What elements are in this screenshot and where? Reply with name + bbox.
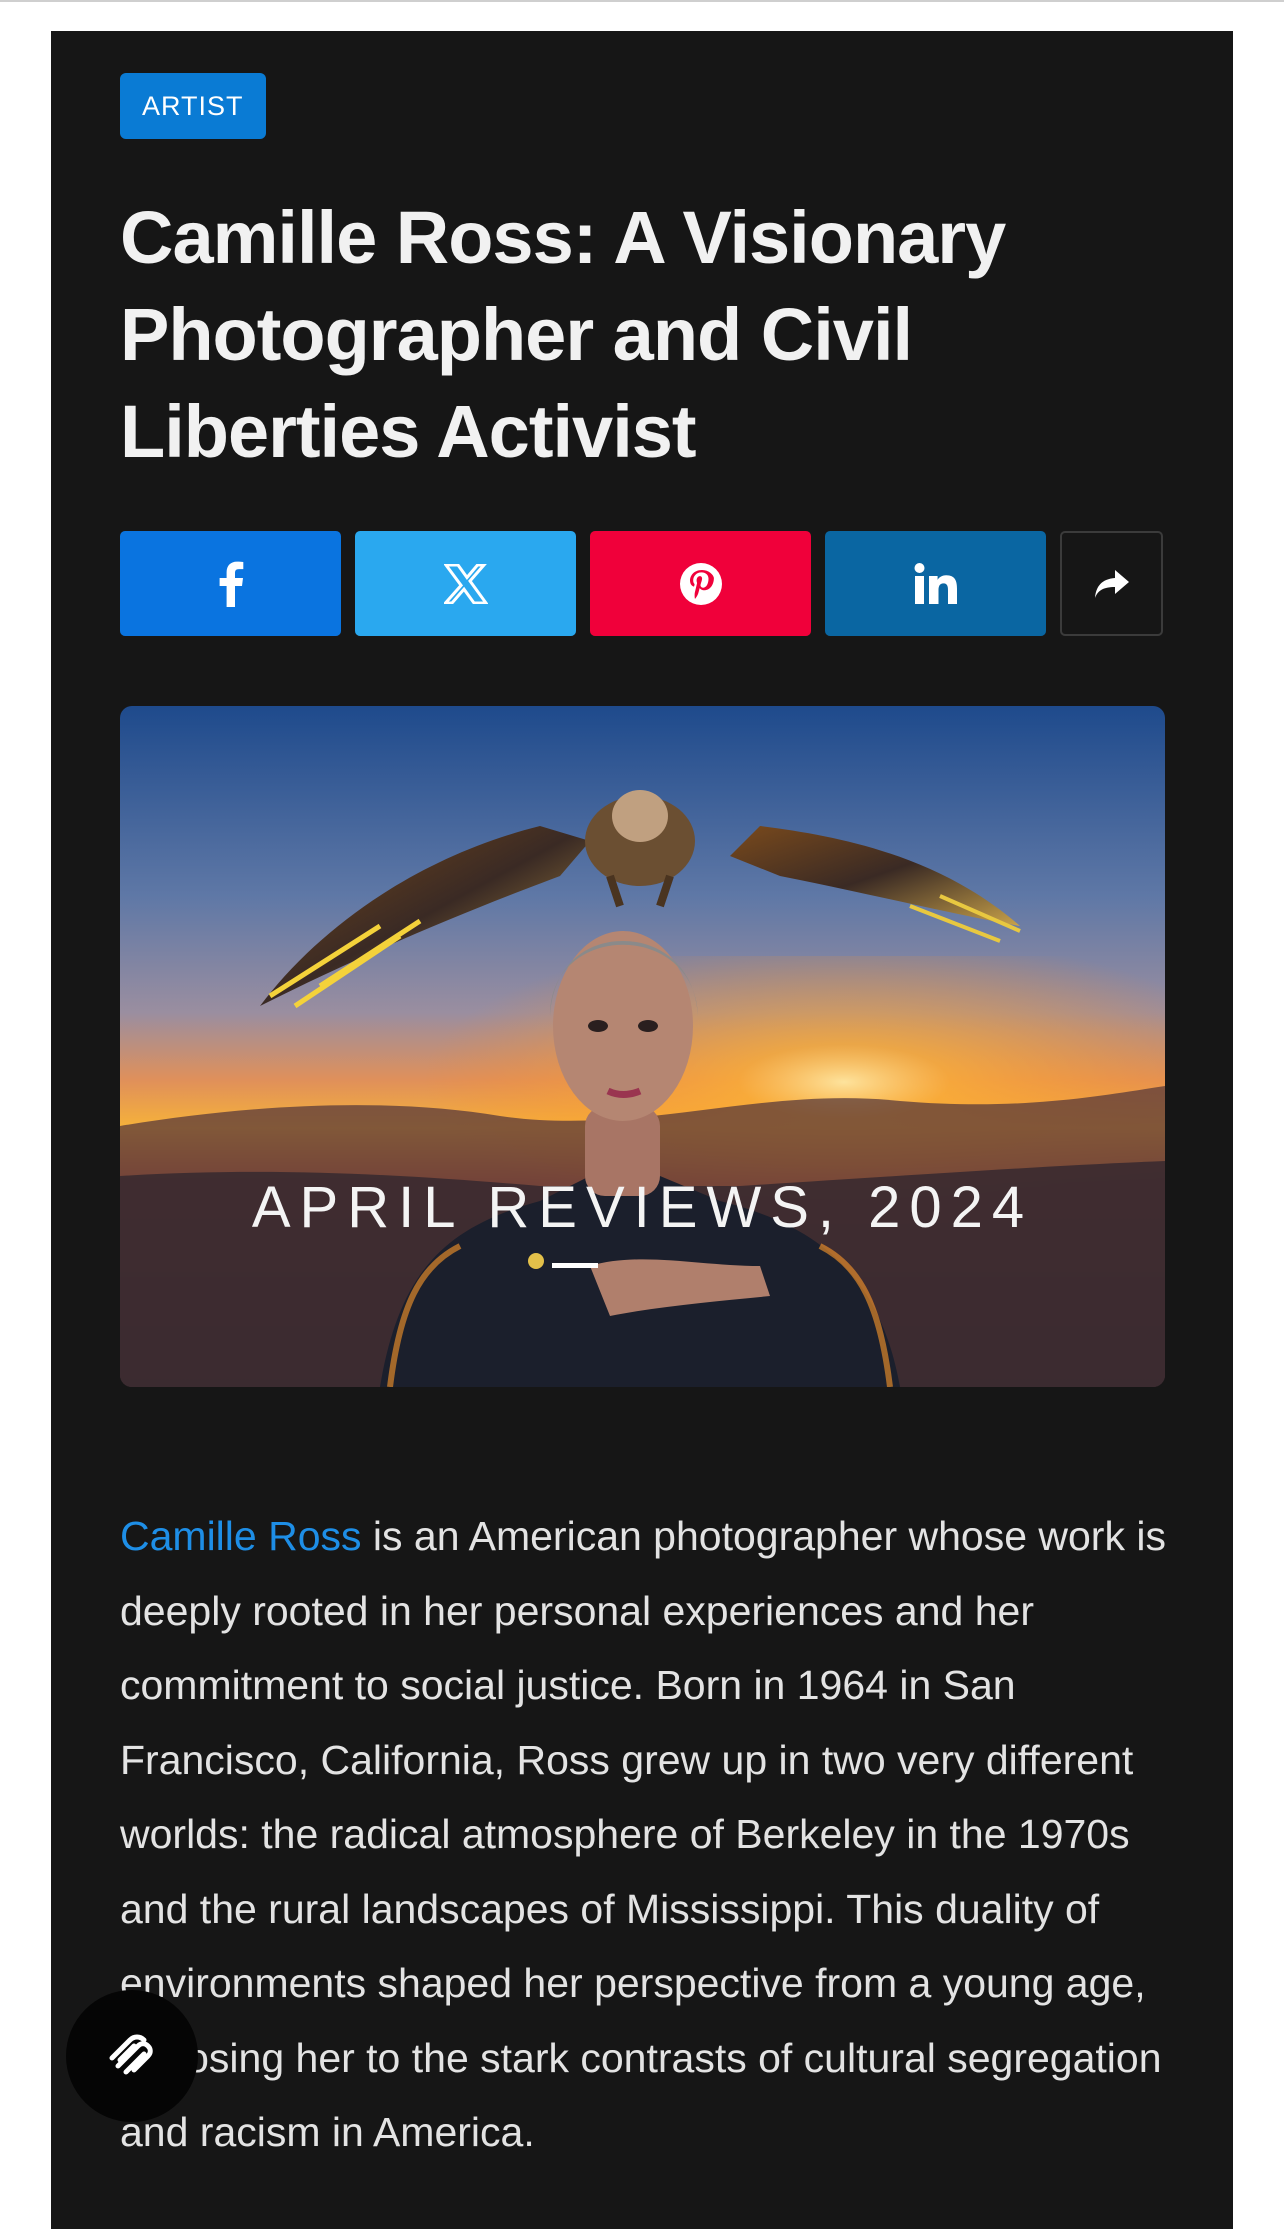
page-title: Camille Ross: A Visionary Photographer a… — [120, 196, 1006, 473]
share-facebook-button[interactable] — [120, 531, 341, 636]
top-divider — [0, 0, 1284, 2]
share-linkedin-button[interactable] — [825, 531, 1046, 636]
x-icon — [443, 563, 488, 604]
facebook-icon — [219, 561, 243, 607]
article-body: Camille Ross is an American photographer… — [120, 1499, 1180, 2170]
share-more-button[interactable] — [1060, 531, 1163, 636]
pinterest-icon — [679, 562, 722, 605]
linkedin-icon — [914, 562, 957, 604]
share-arrow-icon — [1094, 569, 1129, 598]
squarespace-logo-icon — [109, 2034, 153, 2075]
share-pinterest-button[interactable] — [590, 531, 811, 636]
share-buttons — [120, 531, 1165, 636]
squarespace-badge-button[interactable] — [66, 1990, 198, 2122]
share-x-button[interactable] — [355, 531, 576, 636]
author-link[interactable]: Camille Ross — [120, 1513, 362, 1559]
hero-caption: APRIL REVIEWS, 2024 — [251, 1175, 1034, 1240]
hero-image: APRIL REVIEWS, 2024 — [120, 706, 1165, 1387]
category-badge[interactable]: ARTIST — [120, 73, 266, 139]
eagle-portrait-artwork — [120, 706, 1165, 1387]
article-card: ARTIST Camille Ross: A Visionary Photogr… — [51, 31, 1233, 2229]
article-text: is an American photographer whose work i… — [120, 1513, 1166, 2155]
caption-underline — [552, 1263, 598, 1268]
